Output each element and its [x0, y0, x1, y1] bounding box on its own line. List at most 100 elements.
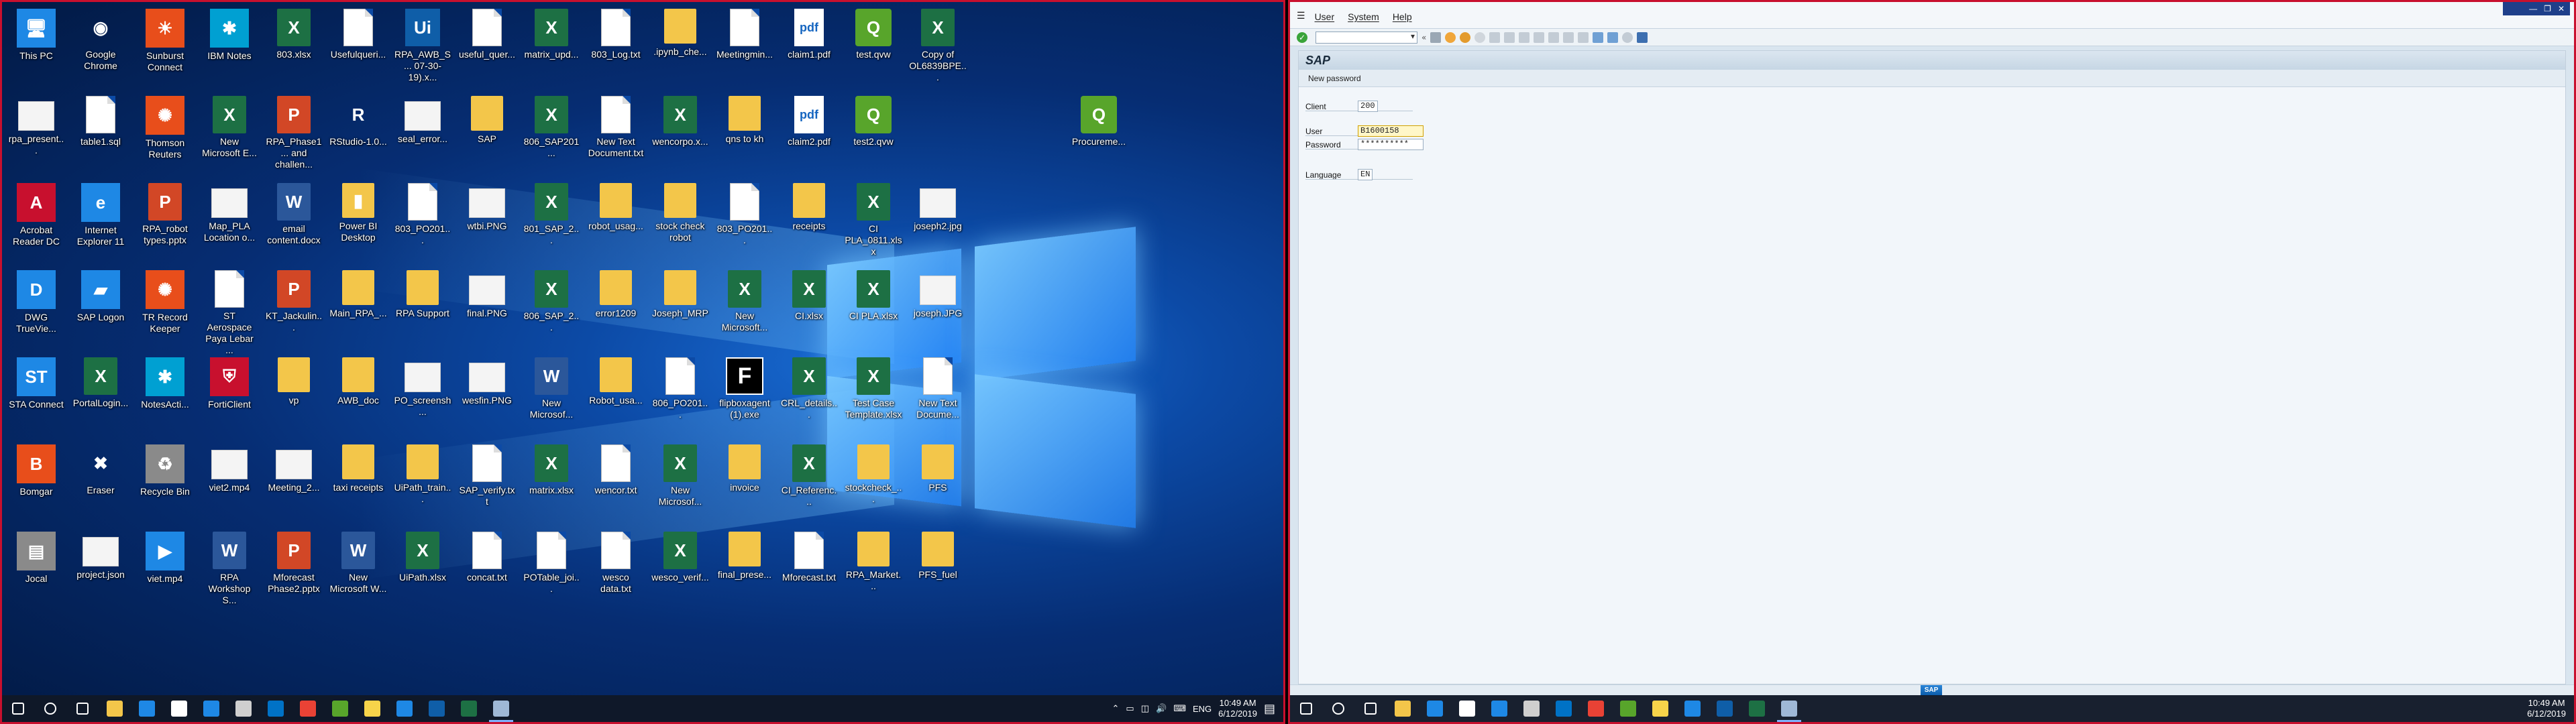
desktop-icon[interactable]: P KT_Jackulin... — [264, 267, 324, 351]
language-field[interactable]: EN — [1358, 169, 1373, 180]
user-field[interactable]: B1600158 — [1358, 125, 1424, 137]
desktop-icon[interactable]: 803_PO201... — [714, 180, 775, 264]
desktop-icon[interactable]: Qtest2.qvw — [843, 93, 904, 177]
desktop-icon[interactable]: .ipynb_che... — [650, 6, 710, 90]
desktop-icon[interactable]: ✱ IBM Notes — [199, 6, 260, 90]
taskbar-sticky-notes-button[interactable] — [356, 695, 388, 722]
desktop-icon[interactable]: ✺ Thomson Reuters — [135, 93, 195, 177]
desktop-icon[interactable]: ✱ NotesActi... — [135, 355, 195, 438]
desktop-icon[interactable]: X CI PLA.xlsx — [843, 267, 904, 351]
desktop-icon[interactable]: final_prese... — [714, 529, 775, 613]
taskbar-file-explorer-button[interactable] — [1387, 695, 1419, 722]
taskbar-outlook-button[interactable] — [260, 695, 292, 722]
new-password-button[interactable]: New password — [1308, 74, 1361, 83]
desktop-icon[interactable]: RPA Support — [392, 267, 453, 351]
action-center-icon[interactable]: ▤ — [1264, 702, 1275, 716]
battery-icon[interactable]: ▭ — [1126, 703, 1134, 714]
taskbar-sticky-notes-button[interactable] — [1644, 695, 1676, 722]
desktop-icon[interactable]: Xmatrix_upd... — [521, 6, 582, 90]
taskbar-internet-explorer-button[interactable] — [1483, 695, 1515, 722]
desktop-icon[interactable]: table1.sql — [70, 93, 131, 177]
desktop-icon[interactable]: UiPath_train... — [392, 442, 453, 526]
language-indicator[interactable]: ENG — [1193, 704, 1212, 714]
desktop-icon[interactable]: Q Procureme... — [1069, 93, 1129, 177]
desktop-icon[interactable]: PFS_fuel — [908, 529, 968, 613]
desktop-icon[interactable]: wtbi.PNG — [457, 180, 517, 264]
desktop-icon[interactable]: SAP — [457, 93, 517, 177]
taskbar-sap-logon-button[interactable] — [485, 695, 517, 722]
desktop-icon[interactable]: wesfin.PNG — [457, 355, 517, 438]
desktop-icon[interactable]: X Test Case Template.xlsx — [843, 355, 904, 438]
taskbar-uipath-button[interactable] — [421, 695, 453, 722]
desktop-icon[interactable]: ☀ Sunburst Connect — [135, 6, 195, 90]
taskbar-qlikview-button[interactable] — [324, 695, 356, 722]
desktop-icon[interactable]: PFS — [908, 442, 968, 526]
next-page-icon[interactable] — [1563, 32, 1574, 43]
menu-help[interactable]: Help — [1386, 2, 1419, 22]
taskbar-store-button[interactable] — [163, 695, 195, 722]
find-next-icon[interactable] — [1519, 32, 1530, 43]
command-expand-icon[interactable]: « — [1421, 33, 1426, 42]
taskbar-windows-start-button[interactable] — [1290, 695, 1322, 722]
desktop-icon[interactable]: Meeting_2... — [264, 442, 324, 526]
desktop-icon[interactable]: X CI_Referenc... — [779, 442, 839, 526]
desktop-icon[interactable]: 806_PO201... — [650, 355, 710, 438]
taskbar-search-button[interactable] — [1322, 695, 1354, 722]
desktop-icon[interactable]: ST Aerospace Paya Lebar ... — [199, 267, 260, 355]
desktop-icon[interactable]: Xmatrix.xlsx — [521, 442, 582, 526]
desktop-icon[interactable]: joseph2.jpg — [908, 180, 968, 264]
menu-system[interactable]: System — [1341, 2, 1386, 22]
right-clock[interactable]: 10:49 AM 6/12/2019 — [2527, 698, 2566, 719]
password-field[interactable]: ********** — [1358, 139, 1424, 150]
desktop-icon[interactable]: W New Microsof... — [521, 355, 582, 438]
desktop-icon[interactable]: pdf claim1.pdf — [779, 6, 839, 90]
desktop-icon[interactable]: ▰ SAP Logon — [70, 267, 131, 351]
desktop-icon[interactable]: Xwesco_verif... — [650, 529, 710, 613]
exit-icon[interactable] — [1460, 32, 1471, 43]
menu-user[interactable]: User — [1308, 2, 1342, 22]
minimize-icon[interactable]: — — [2529, 4, 2537, 13]
desktop-icon[interactable]: X CI PLA_0811.xlsx — [843, 180, 904, 264]
desktop-icon[interactable]: pdf claim2.pdf — [779, 93, 839, 177]
desktop-icon[interactable]: X CRL_details... — [779, 355, 839, 438]
taskbar-edge-button[interactable] — [131, 695, 163, 722]
keyboard-icon[interactable]: ⌨ — [1173, 703, 1186, 714]
desktop-icon[interactable]: Mforecast.txt — [779, 529, 839, 613]
desktop-icon[interactable]: X 801_SAP_2... — [521, 180, 582, 264]
cancel-icon[interactable] — [1474, 32, 1486, 43]
customize-layout-icon[interactable] — [1637, 32, 1648, 43]
desktop-icon[interactable]: X 803.xlsx — [264, 6, 324, 90]
new-session-icon[interactable] — [1593, 32, 1604, 43]
desktop-icon[interactable]: ▶ viet.mp4 — [135, 529, 195, 613]
desktop-icon[interactable]: invoice — [714, 442, 775, 526]
desktop-icon[interactable]: X New Microsof... — [650, 442, 710, 526]
desktop-icon[interactable]: New Text Document.txt — [586, 93, 646, 177]
last-page-icon[interactable] — [1578, 32, 1589, 43]
desktop-icon[interactable]: 🖥 This PC — [6, 6, 66, 90]
save-icon[interactable] — [1430, 32, 1442, 43]
first-page-icon[interactable] — [1534, 32, 1545, 43]
desktop-icon[interactable]: robot_usag... — [586, 180, 646, 264]
taskbar-windows-start-button[interactable] — [2, 695, 34, 722]
desktop-icon[interactable]: Meetingmin... — [714, 6, 775, 90]
desktop-icon[interactable]: D DWG TrueVie... — [6, 267, 66, 351]
desktop-icon[interactable]: X 806_SAP201... — [521, 93, 582, 177]
desktop-icon[interactable]: joseph.JPG — [908, 267, 968, 351]
desktop-icon[interactable]: receipts — [779, 180, 839, 264]
taskbar-excel-button[interactable] — [453, 695, 485, 722]
desktop-icon[interactable]: X New Microsoft E... — [199, 93, 260, 177]
desktop-icon[interactable]: 803_PO201... — [392, 180, 453, 264]
taskbar-internet-explorer-button[interactable] — [388, 695, 421, 722]
desktop-icon[interactable]: X Copy of OL6839BPE... — [908, 6, 968, 90]
desktop-icon[interactable]: ✖ Eraser — [70, 442, 131, 526]
desktop-icon[interactable]: Ui RPA_AWB_S... 07-30-19).x... — [392, 6, 453, 90]
desktop-icon[interactable]: ST STA Connect — [6, 355, 66, 438]
shortcut-icon[interactable] — [1607, 32, 1619, 43]
taskbar-store-button[interactable] — [1451, 695, 1483, 722]
taskbar-file-explorer-button[interactable] — [99, 695, 131, 722]
print-icon[interactable] — [1489, 32, 1501, 43]
taskbar-uipath-button[interactable] — [1709, 695, 1741, 722]
desktop-icon[interactable]: New Text Docume... — [908, 355, 968, 438]
taskbar-chrome-button[interactable] — [1580, 695, 1612, 722]
taskbar-outlook-button[interactable] — [1548, 695, 1580, 722]
